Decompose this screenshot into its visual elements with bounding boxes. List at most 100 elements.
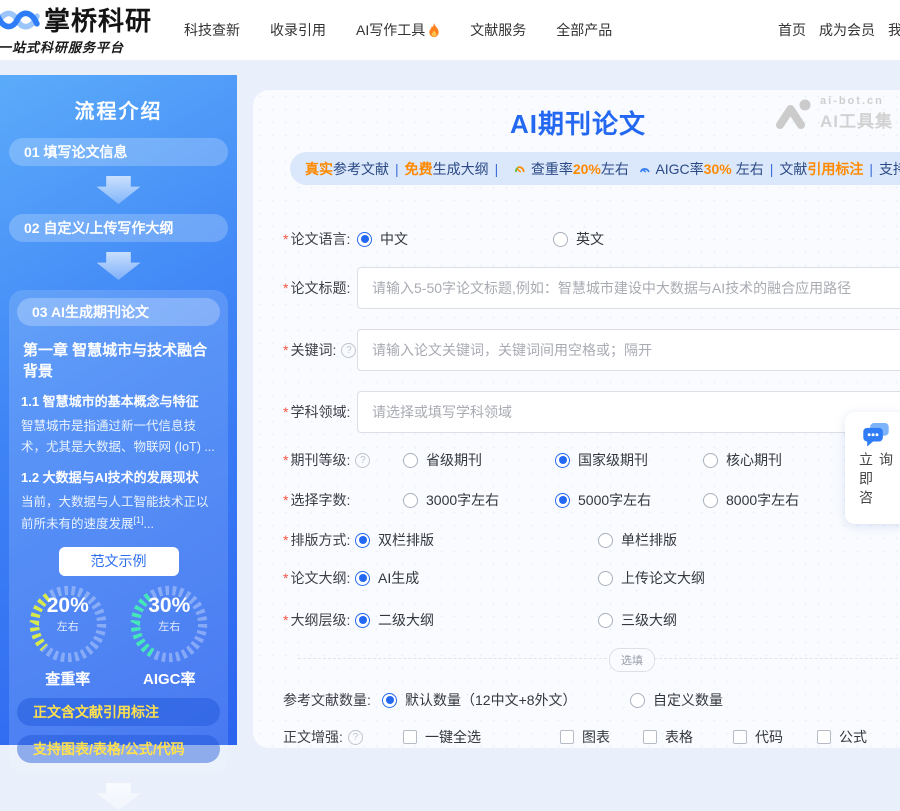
option-label: 图表 xyxy=(582,727,610,747)
reference-count-label: 参考文献数量: xyxy=(283,690,371,710)
journal-core-option[interactable]: 核心期刊 xyxy=(703,450,782,470)
consult-widget[interactable]: 立即咨询 xyxy=(845,412,900,524)
checkbox-unchecked[interactable] xyxy=(403,730,417,744)
option-label: 5000字左右 xyxy=(578,490,651,510)
radio-unselected[interactable] xyxy=(598,533,613,548)
reference-count-row: 参考文献数量: 默认数量（12中文+8外文） 自定义数量 xyxy=(283,690,900,710)
help-icon[interactable]: ? xyxy=(355,453,370,468)
option-label: 双栏排版 xyxy=(378,530,434,550)
enhance-select-all-checkbox[interactable]: 一键全选 xyxy=(403,727,481,747)
checkbox-unchecked[interactable] xyxy=(643,730,657,744)
sample-paper-button[interactable]: 范文示例 xyxy=(59,547,179,576)
nav-item-tech-novelty[interactable]: 科技查新 xyxy=(184,20,240,40)
arrow-down-icon xyxy=(97,252,141,280)
radio-unselected[interactable] xyxy=(598,571,613,586)
sample-section-2-title: 1.2 大数据与AI技术的发展现状 xyxy=(21,467,218,486)
step-2-pill: 02 自定义/上传写作大纲 xyxy=(9,214,228,242)
words-8000-option[interactable]: 8000字左右 xyxy=(703,490,799,510)
outline-upload-option[interactable]: 上传论文大纲 xyxy=(598,568,705,588)
outline-ai-option[interactable]: AI生成 xyxy=(355,568,419,588)
aigc-rate-approx: 左右 xyxy=(127,618,211,634)
nav-item-become-member[interactable]: 成为会员 xyxy=(819,20,875,40)
help-icon[interactable]: ? xyxy=(341,343,356,358)
step-1-pill: 01 填写论文信息 xyxy=(9,138,228,166)
feature-dup-rate-value: 20% xyxy=(573,161,601,177)
keywords-label: *关键词:? xyxy=(283,340,356,360)
option-label: 三级大纲 xyxy=(621,610,677,630)
paper-outline-row: *论文大纲: AI生成 上传论文大纲 xyxy=(283,568,900,588)
required-asterisk: * xyxy=(283,231,288,247)
radio-selected[interactable] xyxy=(355,613,370,628)
content-enhance-row: 正文增强:? 一键全选 图表 表格 代码 公式 xyxy=(283,727,900,747)
radio-unselected[interactable] xyxy=(403,453,418,468)
nav-item-literature[interactable]: 文献服务 xyxy=(470,20,526,40)
optional-divider xyxy=(298,658,900,659)
enhance-code-checkbox[interactable]: 代码 xyxy=(733,727,783,747)
separator: | xyxy=(869,161,873,177)
ai-journal-paper-panel: ai-bot.cn AI工具集 AI期刊论文 真实 参考文献 | 免费 生成大纲… xyxy=(253,90,900,748)
ref-default-option[interactable]: 默认数量（12中文+8外文） xyxy=(382,690,577,710)
radio-selected[interactable] xyxy=(555,493,570,508)
checkbox-unchecked[interactable] xyxy=(817,730,831,744)
layout-one-column-option[interactable]: 单栏排版 xyxy=(598,530,677,550)
radio-selected[interactable] xyxy=(355,571,370,586)
enhance-formula-checkbox[interactable]: 公式 xyxy=(817,727,867,747)
radio-selected[interactable] xyxy=(382,693,397,708)
nav-item-my-account[interactable]: 我的 xyxy=(888,20,900,40)
nav-item-ai-writing[interactable]: AI写作工具 xyxy=(356,20,440,40)
paper-title-row: *论文标题: xyxy=(283,278,900,298)
option-label: 自定义数量 xyxy=(653,690,723,710)
word-count-row: *选择字数: 3000字左右 5000字左右 8000字左右 xyxy=(283,490,900,510)
nav-item-all-products[interactable]: 全部产品 xyxy=(556,20,612,40)
subject-label: *学科领域: xyxy=(283,402,350,422)
outline-level-row: *大纲层级:? 二级大纲 三级大纲 xyxy=(283,610,900,630)
option-label: 二级大纲 xyxy=(378,610,434,630)
consult-label: 立即咨询 xyxy=(856,452,896,524)
speedometer-blue-icon xyxy=(639,160,651,177)
paper-title-input[interactable] xyxy=(357,267,900,309)
label-text: 论文大纲: xyxy=(290,568,350,588)
feature-citation-mark: 引用标注 xyxy=(807,159,863,179)
sample-section-1-body: 智慧城市是指通过新一代信息技术，尤其是大数据、物联网 (IoT) ... xyxy=(21,416,218,457)
journal-national-option[interactable]: 国家级期刊 xyxy=(555,450,648,470)
label-text: 大纲层级: xyxy=(290,610,350,630)
word-count-label: *选择字数: xyxy=(283,490,350,510)
radio-unselected[interactable] xyxy=(553,232,568,247)
option-label: 中文 xyxy=(380,229,408,249)
nav-item-citation[interactable]: 收录引用 xyxy=(270,20,326,40)
language-chinese-option[interactable]: 中文 xyxy=(357,229,408,249)
step-3-pill: 03 AI生成期刊论文 xyxy=(17,298,220,326)
nav-item-home[interactable]: 首页 xyxy=(778,20,806,40)
option-label: 默认数量（12中文+8外文） xyxy=(405,690,577,710)
enhance-charts-checkbox[interactable]: 图表 xyxy=(560,727,610,747)
outline-two-level-option[interactable]: 二级大纲 xyxy=(355,610,434,630)
radio-selected[interactable] xyxy=(357,232,372,247)
radio-selected[interactable] xyxy=(555,453,570,468)
logo-wave-icon xyxy=(0,4,42,36)
outline-three-level-option[interactable]: 三级大纲 xyxy=(598,610,677,630)
radio-unselected[interactable] xyxy=(703,493,718,508)
words-3000-option[interactable]: 3000字左右 xyxy=(403,490,499,510)
journal-provincial-option[interactable]: 省级期刊 xyxy=(403,450,482,470)
nav-item-ai-writing-label: AI写作工具 xyxy=(356,20,425,40)
rate-gauges: 20% 左右 查重率 30% xyxy=(17,586,220,689)
checkbox-unchecked[interactable] xyxy=(733,730,747,744)
option-label: 表格 xyxy=(665,727,693,747)
radio-unselected[interactable] xyxy=(630,693,645,708)
layout-two-column-option[interactable]: 双栏排版 xyxy=(355,530,434,550)
keywords-input[interactable] xyxy=(357,329,900,371)
enhance-tables-checkbox[interactable]: 表格 xyxy=(643,727,693,747)
help-icon[interactable]: ? xyxy=(348,730,363,745)
radio-unselected[interactable] xyxy=(403,493,418,508)
ref-custom-option[interactable]: 自定义数量 xyxy=(630,690,723,710)
language-english-option[interactable]: 英文 xyxy=(553,229,604,249)
radio-selected[interactable] xyxy=(355,533,370,548)
subject-input[interactable] xyxy=(357,391,900,433)
site-logo[interactable]: 掌桥科研 一站式科研服务平台 xyxy=(0,4,152,56)
checkbox-unchecked[interactable] xyxy=(560,730,574,744)
words-5000-option[interactable]: 5000字左右 xyxy=(555,490,651,510)
radio-unselected[interactable] xyxy=(703,453,718,468)
label-text: 关键词: xyxy=(290,340,336,360)
feature-free: 免费 xyxy=(405,159,433,179)
radio-unselected[interactable] xyxy=(598,613,613,628)
